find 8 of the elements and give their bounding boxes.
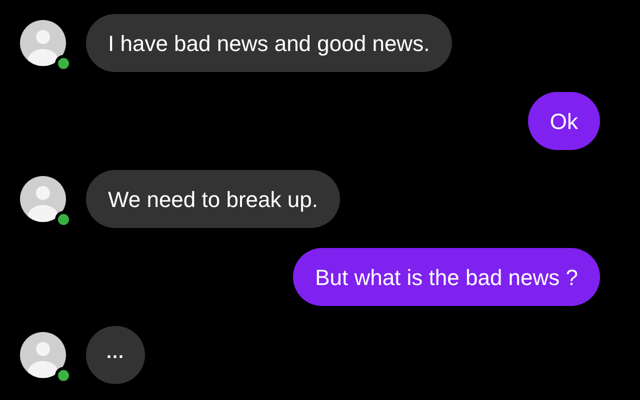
typing-indicator: ...: [86, 326, 145, 384]
avatar-icon: [20, 332, 66, 378]
avatar-icon: [20, 176, 66, 222]
message-bubble: We need to break up.: [86, 170, 340, 228]
avatar-icon: [20, 20, 66, 66]
message-bubble: Ok: [528, 92, 600, 150]
message-bubble: But what is the bad news ?: [293, 248, 600, 306]
message-bubble: I have bad news and good news.: [86, 14, 452, 72]
